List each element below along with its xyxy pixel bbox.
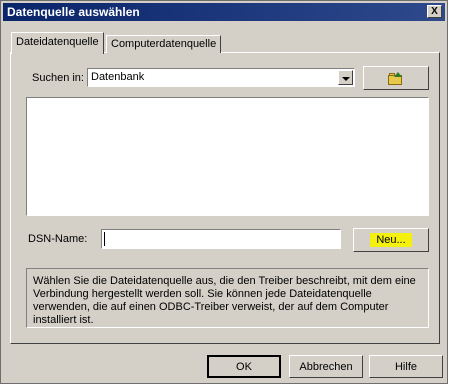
info-text: Wählen Sie die Dateidatenquelle aus, die…	[33, 275, 416, 326]
window-title: Datenquelle auswählen	[7, 5, 140, 19]
up-one-level-button[interactable]	[363, 66, 429, 90]
look-in-label: Suchen in:	[32, 72, 84, 84]
look-in-value: Datenbank	[91, 71, 145, 83]
info-text-box: Wählen Sie die Dateidatenquelle aus, die…	[26, 268, 429, 328]
dsn-name-label: DSN-Name:	[28, 233, 88, 245]
folder-up-icon	[388, 71, 404, 85]
look-in-dropdown[interactable]: Datenbank	[87, 68, 355, 87]
close-button[interactable]: X	[427, 5, 442, 18]
new-button-label: Neu...	[370, 233, 412, 247]
tab-file-dsn[interactable]: Dateidatenquelle	[11, 32, 104, 54]
close-icon: X	[431, 5, 438, 17]
help-button[interactable]: Hilfe	[369, 355, 443, 378]
select-data-source-dialog: Datenquelle auswählen X Dateidatenquelle…	[0, 0, 448, 384]
title-bar[interactable]: Datenquelle auswählen X	[3, 3, 445, 21]
tab-machine-dsn[interactable]: Computerdatenquelle	[106, 35, 222, 53]
file-list[interactable]	[26, 97, 429, 216]
chevron-down-icon[interactable]	[338, 70, 353, 85]
ok-button[interactable]: OK	[207, 355, 281, 378]
dsn-name-input[interactable]	[101, 229, 341, 249]
new-button[interactable]: Neu...	[353, 228, 429, 252]
cancel-button[interactable]: Abbrechen	[289, 355, 363, 378]
text-caret	[104, 232, 105, 246]
